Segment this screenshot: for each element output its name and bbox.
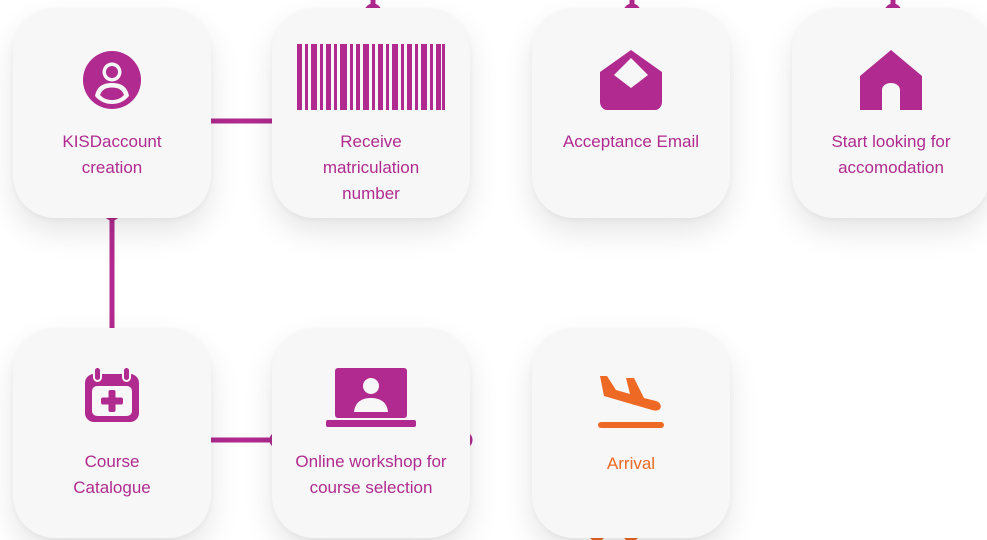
step-label: Start looking for accomodation (831, 132, 951, 177)
house-icon (792, 48, 987, 112)
step-label: KISDaccount creation (62, 132, 162, 177)
step-card-kisdaccount: KISDaccount creation (13, 8, 211, 218)
user-circle-icon (13, 51, 211, 109)
step-card-course-catalogue: Course Catalogue (13, 328, 211, 538)
barcode-icon (272, 44, 470, 110)
step-label: Receive matriculation number (322, 132, 420, 203)
step-label: Online workshop for course selection (295, 452, 447, 497)
step-label: Arrival (606, 454, 656, 473)
calendar-plus-icon (13, 366, 211, 424)
laptop-person-icon (272, 366, 470, 428)
step-label: Course Catalogue (73, 452, 151, 497)
connector-account-to-catalogue (103, 203, 121, 345)
airplane-landing-icon (532, 374, 730, 432)
step-card-acceptance-email: Acceptance Email (532, 8, 730, 218)
step-card-accomodation: Start looking for accomodation (792, 8, 987, 218)
step-card-matriculation: Receive matriculation number (272, 8, 470, 218)
step-card-arrival: Arrival (532, 328, 730, 538)
open-envelope-icon (532, 48, 730, 112)
step-card-online-workshop: Online workshop for course selection (272, 328, 470, 538)
step-label: Acceptance Email (562, 132, 700, 151)
